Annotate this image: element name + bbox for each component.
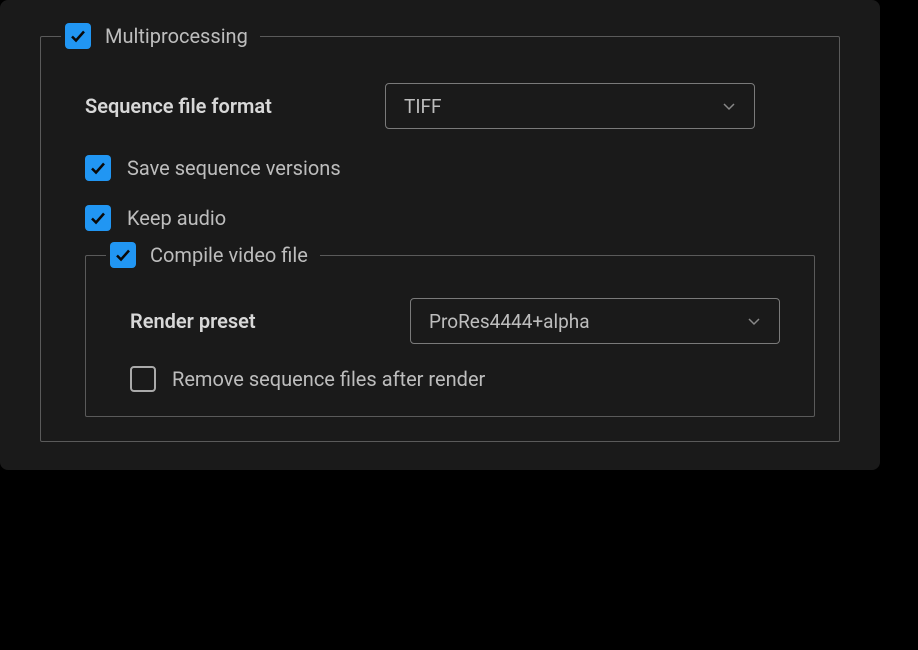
- check-icon: [70, 28, 86, 44]
- multiprocessing-legend-text: Multiprocessing: [105, 24, 248, 48]
- multiprocessing-panel: Multiprocessing Sequence file format TIF…: [0, 0, 880, 470]
- multiprocessing-fieldset: Multiprocessing Sequence file format TIF…: [40, 36, 840, 442]
- render-preset-label: Render preset: [130, 309, 410, 333]
- check-icon: [90, 210, 106, 226]
- render-preset-value: ProRes4444+alpha: [429, 310, 590, 333]
- sequence-format-value: TIFF: [404, 95, 442, 118]
- sequence-format-row: Sequence file format TIFF: [65, 83, 815, 129]
- render-preset-select[interactable]: ProRes4444+alpha: [410, 298, 780, 344]
- sequence-format-label: Sequence file format: [85, 94, 385, 118]
- render-preset-row: Render preset ProRes4444+alpha: [110, 298, 790, 344]
- compile-legend: Compile video file: [106, 242, 320, 268]
- chevron-down-icon: [722, 99, 736, 113]
- compile-legend-text: Compile video file: [150, 243, 308, 267]
- keep-audio-checkbox[interactable]: [85, 205, 111, 231]
- multiprocessing-checkbox[interactable]: [65, 23, 91, 49]
- save-versions-checkbox[interactable]: [85, 155, 111, 181]
- check-icon: [90, 160, 106, 176]
- remove-files-checkbox[interactable]: [130, 366, 156, 392]
- remove-files-label: Remove sequence files after render: [172, 367, 485, 391]
- check-icon: [115, 247, 131, 263]
- keep-audio-row: Keep audio: [65, 205, 815, 231]
- compile-fieldset: Compile video file Render preset ProRes4…: [85, 255, 815, 417]
- multiprocessing-legend: Multiprocessing: [61, 23, 260, 49]
- save-versions-row: Save sequence versions: [65, 155, 815, 181]
- compile-checkbox[interactable]: [110, 242, 136, 268]
- sequence-format-select[interactable]: TIFF: [385, 83, 755, 129]
- save-versions-label: Save sequence versions: [127, 156, 341, 180]
- remove-files-row: Remove sequence files after render: [110, 366, 790, 392]
- chevron-down-icon: [747, 314, 761, 328]
- keep-audio-label: Keep audio: [127, 206, 226, 230]
